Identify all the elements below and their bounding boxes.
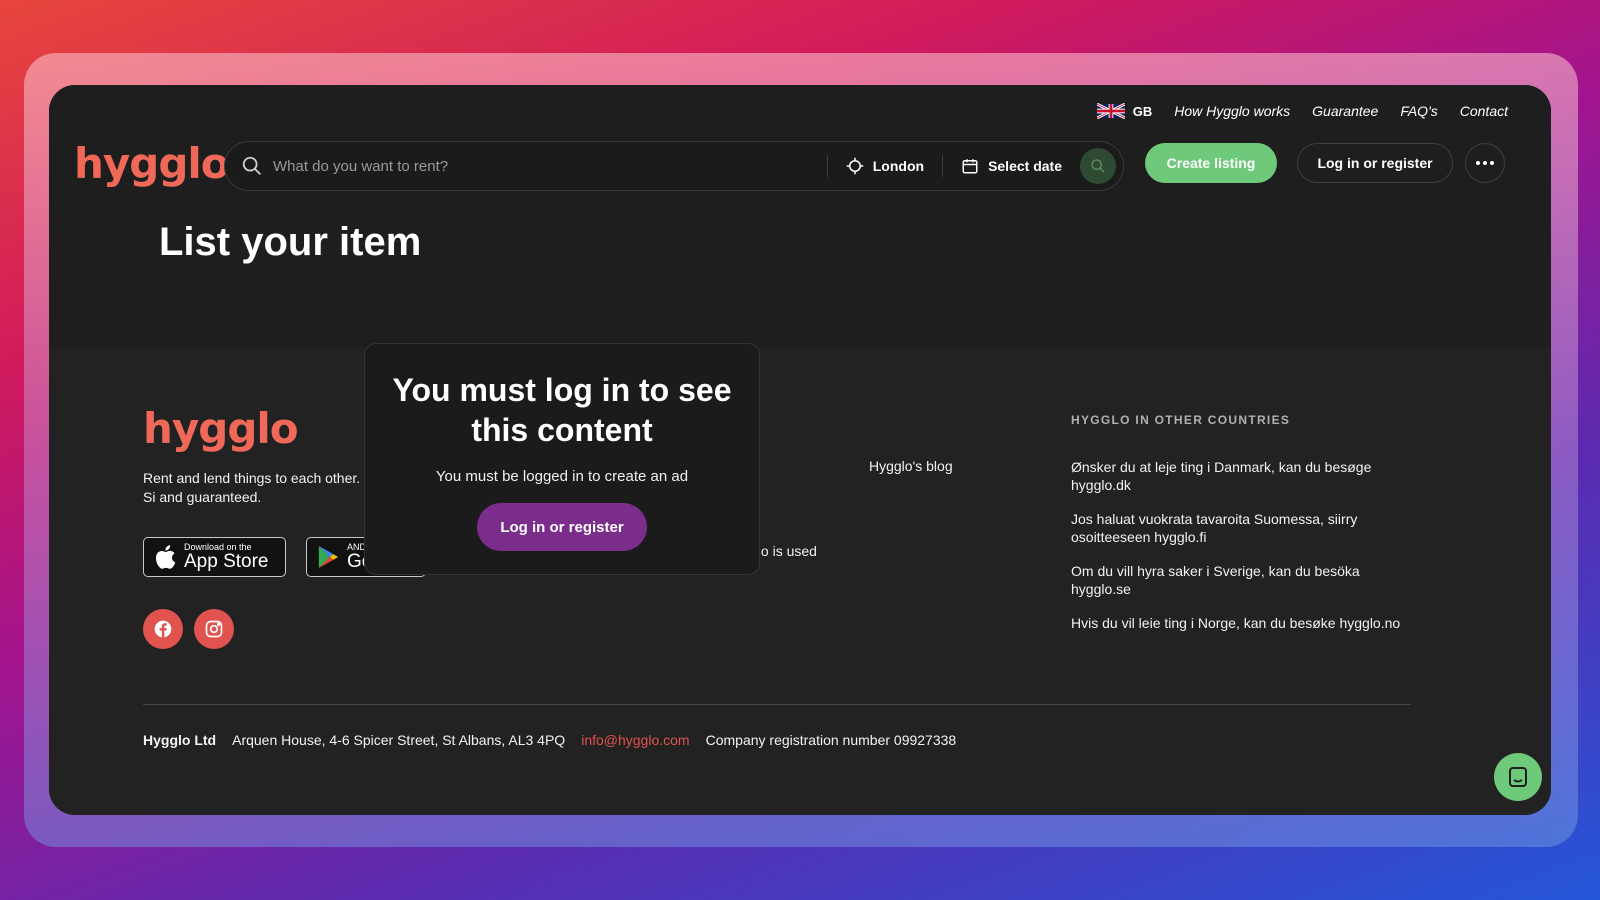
search-input[interactable] [273, 151, 827, 181]
modal-title: You must log in to see this content [392, 372, 732, 448]
nav-link-guarantee[interactable]: Guarantee [1312, 103, 1378, 119]
ellipsis-icon [1476, 161, 1480, 165]
calendar-icon [962, 159, 978, 174]
apple-icon [155, 545, 176, 569]
browser-window: GB How Hygglo works Guarantee FAQ's Cont… [49, 85, 1551, 815]
nav-link-faq[interactable]: FAQ's [1400, 103, 1437, 119]
more-menu-button[interactable] [1465, 143, 1505, 183]
footer-link-blog[interactable]: Hygglo's blog [869, 458, 953, 474]
company-registration: Company registration number 09927338 [705, 732, 957, 748]
company-info-bar: Hygglo Ltd Arquen House, 4-6 Spicer Stre… [143, 732, 956, 748]
country-link-norway[interactable]: Hvis du vil leie ting i Norge, kan du be… [1071, 614, 1416, 632]
location-crosshair-icon [846, 157, 863, 175]
uk-flag-icon [1096, 103, 1125, 119]
company-address: Arquen House, 4-6 Spicer Street, St Alba… [232, 732, 566, 748]
instagram-button[interactable] [194, 609, 234, 649]
country-link-denmark[interactable]: Ønsker du at leje ting i Danmark, kan du… [1071, 458, 1416, 494]
footer-tagline: Rent and lend things to each other. Si a… [143, 470, 361, 505]
chat-icon [1509, 767, 1527, 787]
modal-message: You must be logged in to create an ad [435, 468, 689, 485]
hygglo-logo[interactable]: hygglo [74, 139, 230, 188]
footer-logo[interactable]: hygglo [143, 404, 299, 453]
ellipsis-icon [1483, 161, 1487, 165]
location-selector[interactable]: London [828, 157, 942, 175]
login-required-modal: You must log in to see this content You … [364, 343, 760, 575]
app-store-big-text: App Store [184, 551, 269, 572]
contact-email-link[interactable]: info@hygglo.com [581, 732, 689, 748]
nav-link-how-it-works[interactable]: How Hygglo works [1174, 103, 1290, 119]
location-label: London [872, 158, 925, 174]
search-icon [242, 156, 261, 175]
other-countries-heading: HYGGLO IN OTHER COUNTRIES [1071, 413, 1291, 427]
facebook-button[interactable] [143, 609, 183, 649]
footer-divider [143, 704, 1411, 705]
page-title: List your item [159, 220, 422, 264]
site-header: GB How Hygglo works Guarantee FAQ's Cont… [49, 85, 1551, 347]
language-selector[interactable]: GB [1096, 103, 1153, 119]
date-selector[interactable]: Select date [943, 157, 1080, 175]
search-icon [1091, 159, 1105, 173]
app-store-badge[interactable]: Download on the App Store [143, 537, 286, 577]
create-listing-button[interactable]: Create listing [1145, 143, 1277, 183]
site-footer: hygglo Rent and lend things to each othe… [49, 343, 1551, 815]
facebook-icon [154, 620, 172, 638]
search-submit-button[interactable] [1080, 148, 1116, 184]
company-name: Hygglo Ltd [143, 732, 217, 748]
modal-login-button[interactable]: Log in or register [477, 503, 647, 551]
country-link-sweden[interactable]: Om du vill hyra saker i Sverige, kan du … [1071, 562, 1416, 598]
nav-link-contact[interactable]: Contact [1460, 103, 1508, 119]
chat-widget-button[interactable] [1494, 753, 1542, 801]
search-bar: London Select date [224, 141, 1124, 191]
date-label: Select date [988, 158, 1062, 174]
country-link-finland[interactable]: Jos haluat vuokrata tavaroita Suomessa, … [1071, 510, 1416, 546]
app-store-text: Download on the App Store [184, 542, 269, 572]
language-code: GB [1132, 103, 1153, 119]
login-register-button[interactable]: Log in or register [1297, 143, 1453, 183]
top-navigation: GB How Hygglo works Guarantee FAQ's Cont… [1096, 103, 1508, 119]
ellipsis-icon [1490, 161, 1494, 165]
instagram-icon [205, 620, 223, 638]
google-play-icon [318, 546, 339, 568]
other-countries-list: Ønsker du at leje ting i Danmark, kan du… [1071, 458, 1416, 648]
